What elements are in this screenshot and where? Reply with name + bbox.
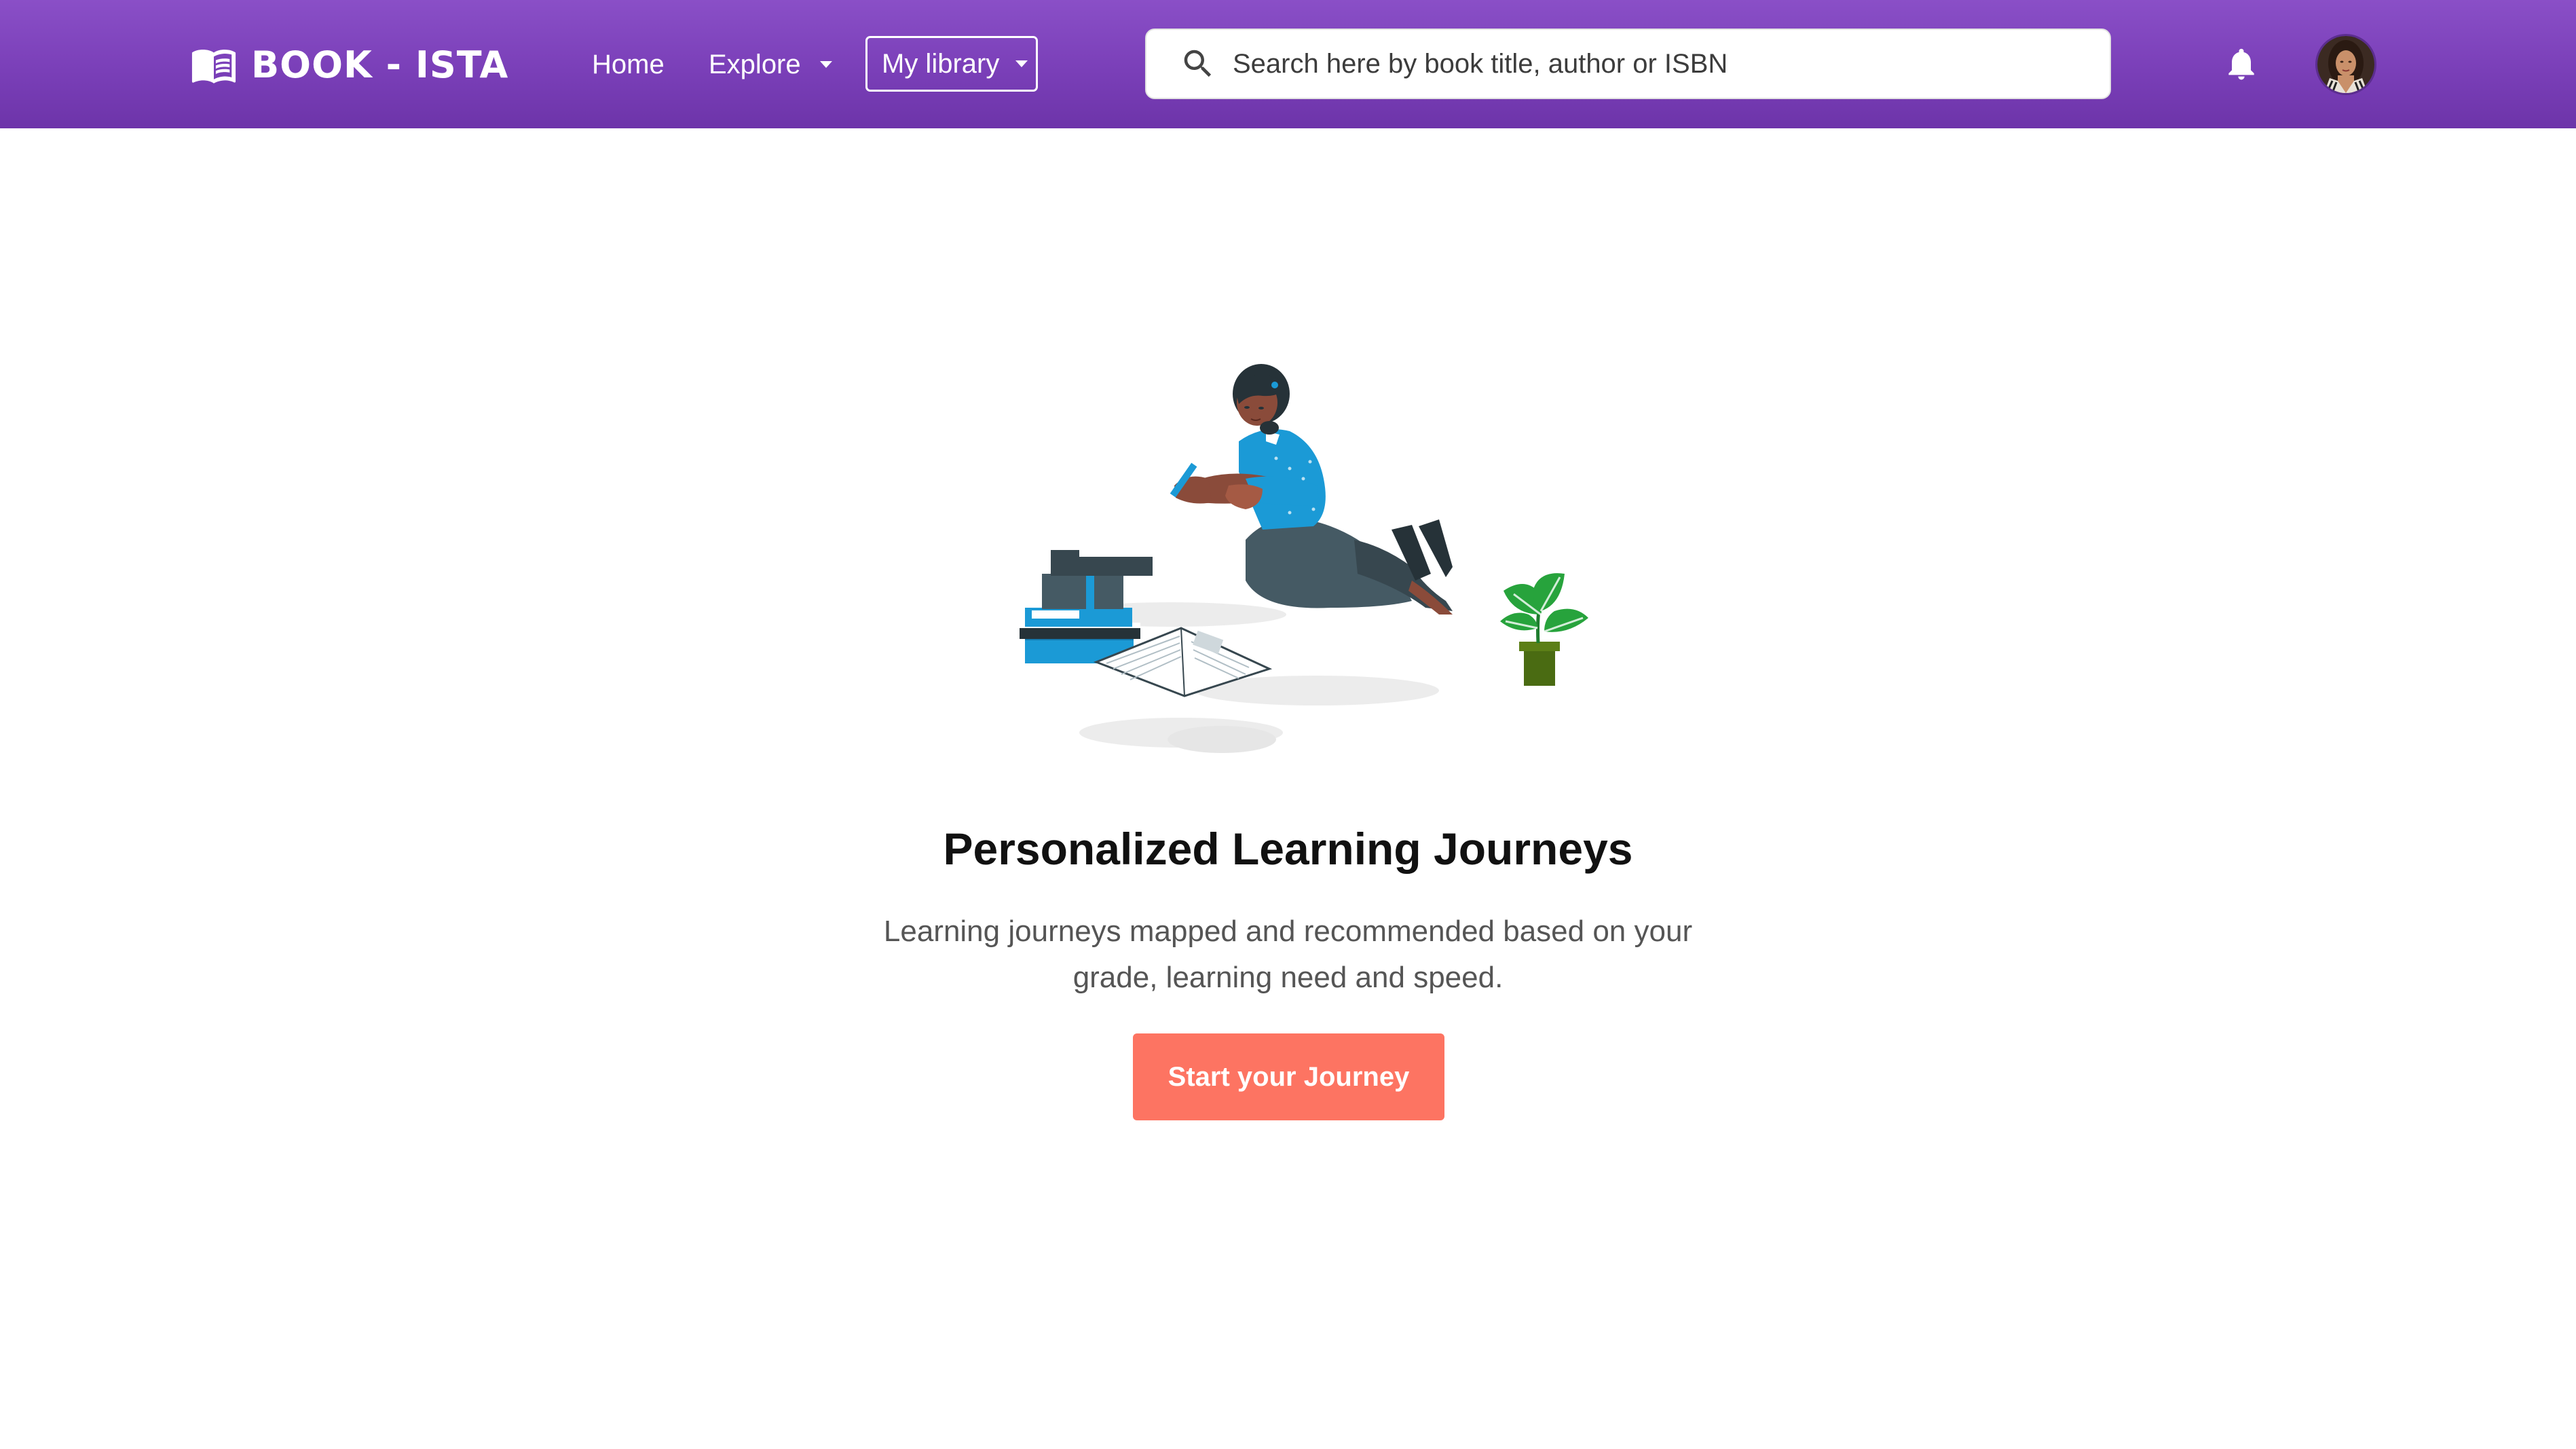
nav-explore-dropdown[interactable]: Explore: [709, 48, 832, 81]
chevron-down-icon: [819, 61, 832, 68]
potted-plant: [1500, 573, 1588, 686]
search-icon[interactable]: [1180, 45, 1216, 82]
brand-logo[interactable]: BOOK - ISTA: [190, 41, 508, 88]
person-writing: [1170, 364, 1453, 615]
start-journey-button[interactable]: Start your Journey: [1133, 1033, 1444, 1120]
hero-title: Personalized Learning Journeys: [943, 824, 1633, 874]
nav-my-library-label: My library: [882, 48, 1000, 79]
brand-name: BOOK - ISTA: [251, 43, 509, 86]
nav-explore-label: Explore: [709, 50, 801, 79]
bell-icon[interactable]: [2222, 45, 2260, 83]
open-book-icon: [191, 50, 236, 84]
search-bar[interactable]: [1145, 29, 2111, 99]
learning-illustration: [1020, 364, 1588, 753]
nav-my-library-dropdown[interactable]: My library: [865, 36, 1038, 92]
search-input[interactable]: [1231, 48, 2049, 80]
user-avatar[interactable]: [2315, 34, 2376, 95]
chevron-down-icon: [1015, 60, 1028, 67]
hero-description: Learning journeys mapped and recommended…: [883, 915, 1693, 994]
nav-home-link[interactable]: Home: [592, 48, 665, 81]
top-navbar: BOOK - ISTA Home Explore My library: [0, 0, 2576, 128]
avatar-portrait-image: [2317, 36, 2374, 93]
